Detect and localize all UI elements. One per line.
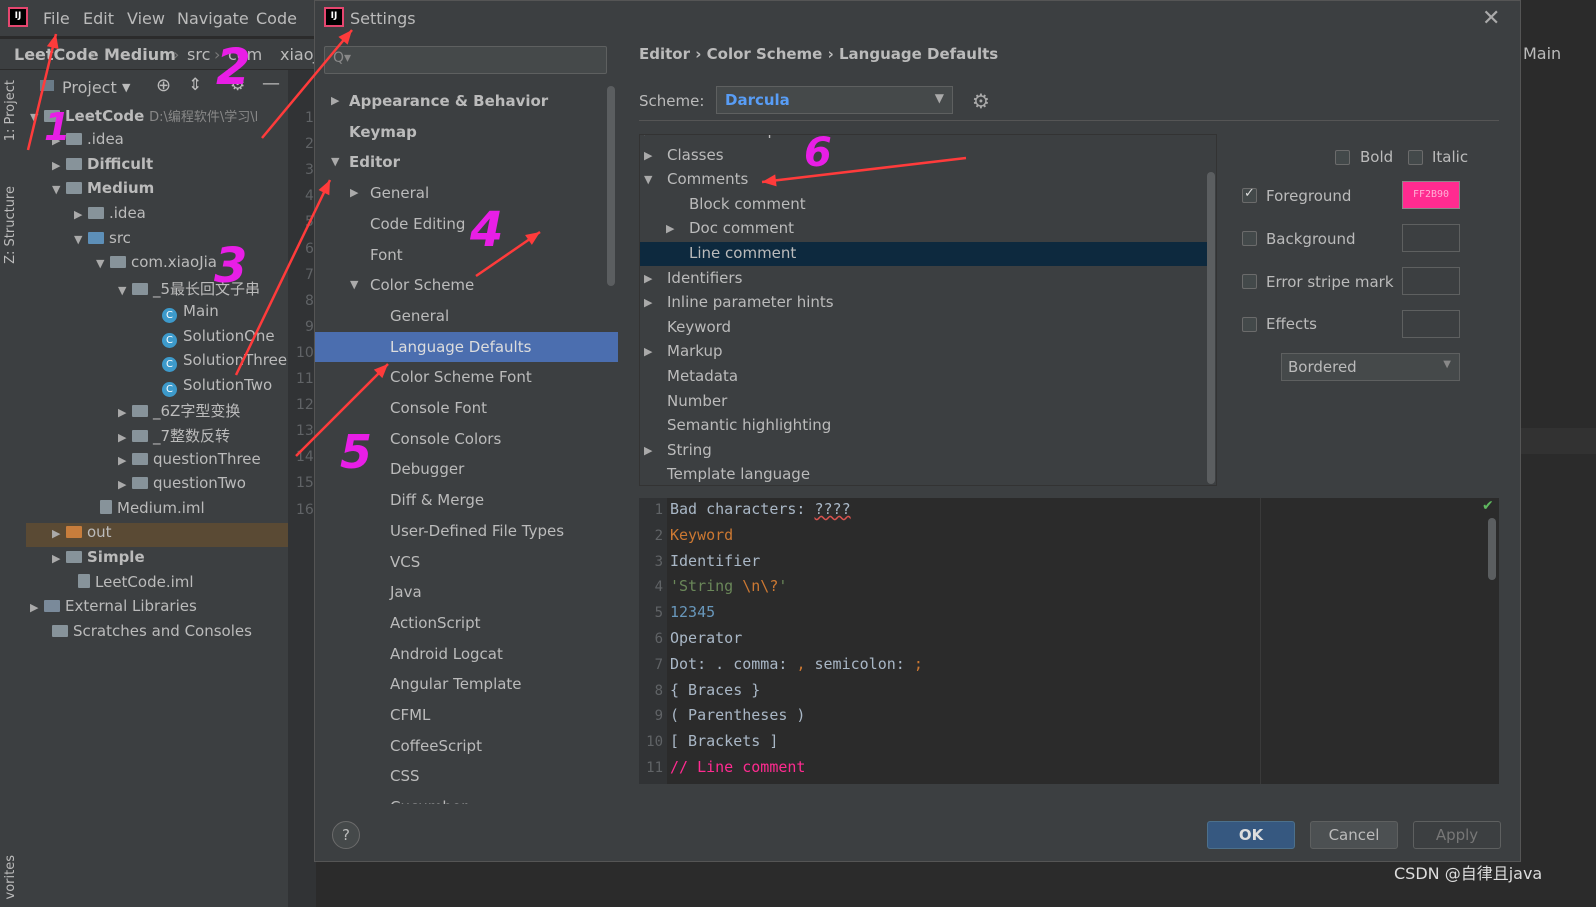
annotation-arrowhead [525,232,540,245]
annotation-arrow [761,156,967,184]
annotation-arrowhead [46,34,59,50]
annotation-overlay: 1 2 3 4 5 6 [26,29,967,479]
annotation-number: 4 [469,202,503,258]
annotation-number: 6 [804,130,832,176]
annotation-number: 5 [340,425,372,479]
annotation-number: 3 [214,238,247,294]
annotation-number: 2 [216,38,251,96]
annotation-number: 1 [44,105,70,149]
annotation-arrow [261,29,353,139]
annotation-arrow [234,179,332,376]
annotation-arrowhead [762,174,777,187]
